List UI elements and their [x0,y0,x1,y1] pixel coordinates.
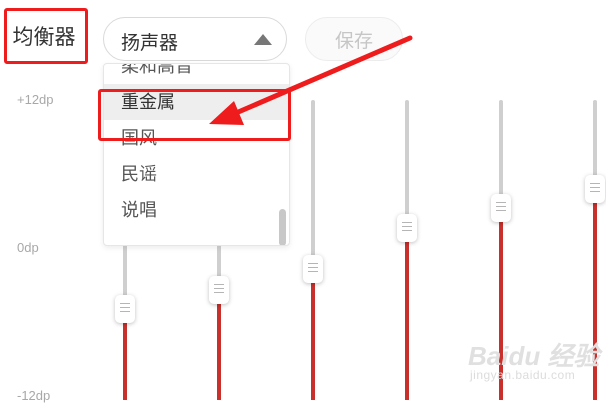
slider-track [499,100,503,208]
grip-line-icon [120,302,130,304]
grip-line-icon [308,262,318,264]
preset-option[interactable]: 民谣 [104,156,289,192]
preset-option[interactable]: 说唱 [104,192,289,228]
selected-preset-highlight-box [98,89,291,141]
grip-line-icon [496,209,506,211]
grip-line-icon [214,284,224,285]
grip-line-icon [402,225,412,227]
grip-line-icon [590,182,600,184]
grip-line-icon [402,229,412,231]
dropdown-scrollbar[interactable] [279,209,286,245]
grip-line-icon [496,205,506,207]
device-select[interactable]: 扬声器 [103,17,287,61]
preset-option[interactable]: 柔和高音 [104,64,289,84]
grip-line-icon [214,288,224,289]
slider-fill [217,290,221,400]
grip-line-icon [590,190,600,192]
grip-line-icon [590,186,600,188]
slider-fill [405,227,409,400]
slider-thumb[interactable] [585,174,605,203]
watermark-sub: jingyan.baidu.com [470,368,576,382]
slider-thumb[interactable] [209,276,229,304]
scale-max-label: +12dp [17,92,54,107]
baidu-watermark: Baidu 经验 jingyan.baidu.com [462,336,602,396]
grip-line-icon [308,270,318,272]
scale-zero-label: 0dp [17,240,39,255]
slider-track [405,100,409,228]
slider-thumb[interactable] [491,193,511,222]
slider-track [311,100,315,269]
slider-thumb[interactable] [303,254,323,283]
scale-min-label: -12dp [17,388,51,403]
grip-line-icon [214,292,224,293]
save-button[interactable]: 保存 [305,17,403,61]
slider-fill [311,268,315,400]
device-select-value: 扬声器 [121,33,179,54]
preset-list: 柔和高音 重金属 国风 民谣 说唱 [104,64,289,228]
caret-up-icon [254,34,272,45]
slider-thumb[interactable] [397,213,417,242]
slider-thumb[interactable] [115,294,135,323]
grip-line-icon [120,306,130,308]
title-highlight-box [4,8,88,64]
grip-line-icon [496,201,506,203]
grip-line-icon [308,266,318,268]
grip-line-icon [402,221,412,223]
grip-line-icon [120,310,130,312]
